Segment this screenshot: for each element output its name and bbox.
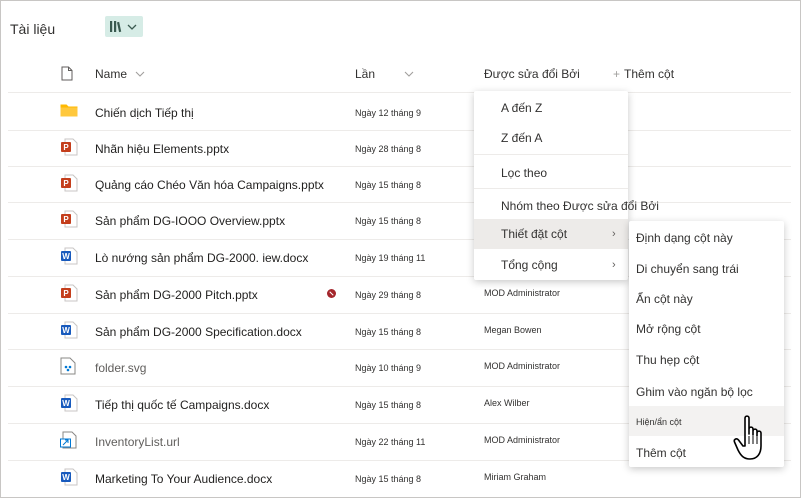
- svg-text:W: W: [62, 399, 70, 408]
- modified-by: Megan Bowen: [484, 325, 542, 335]
- svg-text:P: P: [63, 179, 69, 188]
- column-header-date[interactable]: Lần: [355, 67, 414, 81]
- submenu-item-label: Thêm cột: [636, 446, 687, 460]
- modified-date: Ngày 29 tháng 8: [355, 290, 422, 300]
- add-column-label: Thêm cột: [624, 67, 675, 81]
- chevron-right-icon: ›: [612, 228, 616, 240]
- pptx-file-icon: P: [60, 174, 78, 197]
- menu-item-label: A đến Z: [501, 101, 543, 115]
- modified-date: Ngày 15 tháng 8: [355, 180, 422, 190]
- svg-text:P: P: [63, 143, 69, 152]
- submenu-item-widen-column[interactable]: Mở rộng cột: [629, 313, 784, 343]
- file-name-link[interactable]: Chiến dịch Tiếp thị: [95, 106, 194, 120]
- submenu-item-label: Mở rộng cột: [636, 322, 701, 336]
- table-row[interactable]: P Quảng cáo Chéo Văn hóa Campaigns.pptx Ng…: [0, 167, 790, 203]
- folder-file-icon: [60, 103, 78, 122]
- modified-date: Ngày 15 tháng 8: [355, 474, 422, 484]
- modified-by: Alex Wilber: [484, 398, 530, 408]
- modified-date: Ngày 22 tháng 11: [355, 437, 426, 447]
- docx-file-icon: W: [60, 321, 78, 344]
- submenu-item-label: Ghim vào ngăn bộ lọc: [636, 385, 753, 399]
- column-header-date-label: Lần: [355, 67, 376, 81]
- submenu-item-hide-column[interactable]: Ẩn cột này: [629, 283, 784, 313]
- table-row[interactable]: Chiến dịch Tiếp thị Ngày 12 tháng 9: [0, 95, 790, 131]
- pptx-file-icon: P: [60, 284, 78, 307]
- submenu-item-label: Ẩn cột này: [636, 292, 693, 306]
- menu-item-sort-z-a[interactable]: Z đến A: [474, 123, 628, 153]
- file-name-link[interactable]: Quảng cáo Chéo Văn hóa Campaigns.pptx: [95, 178, 324, 192]
- column-context-menu: A đến Z Z đến A Lọc theo Nhóm theo Được …: [474, 91, 659, 280]
- modified-by: MOD Administrator: [484, 361, 561, 371]
- svg-text:W: W: [62, 326, 70, 335]
- submenu-item-label: Di chuyển sang trái: [636, 262, 739, 276]
- chevron-right-icon: ›: [612, 259, 616, 271]
- header-divider: [8, 92, 791, 93]
- table-row[interactable]: P Nhãn hiệu Elements.pptx Ngày 28 tháng 8: [0, 131, 790, 167]
- modified-date: Ngày 12 tháng 9: [355, 108, 422, 118]
- submenu-item-format-column[interactable]: Định dạng cột này: [629, 222, 784, 252]
- menu-item-sort-a-z[interactable]: A đến Z: [474, 93, 628, 123]
- url-file-icon: [60, 431, 78, 454]
- modified-date: Ngày 15 tháng 8: [355, 400, 422, 410]
- file-name-link[interactable]: Lò nướng sản phẩm DG-2000. iew.docx: [95, 251, 308, 265]
- menu-item-filter-by[interactable]: Lọc theo: [474, 158, 628, 188]
- menu-item-group-by[interactable]: Nhóm theo Được sửa đổi Bởi: [474, 191, 659, 221]
- library-view-button[interactable]: [105, 16, 143, 37]
- column-header-name-label: Name: [95, 67, 128, 81]
- modified-by: Miriam Graham: [484, 472, 547, 482]
- menu-item-column-settings[interactable]: Thiết đặt cột ›: [474, 219, 628, 249]
- docx-file-icon: W: [60, 468, 78, 491]
- file-type-header-icon[interactable]: [61, 66, 73, 86]
- submenu-item-narrow-column[interactable]: Thu hẹp cột: [629, 344, 784, 374]
- modified-date: Ngày 19 tháng 11: [355, 253, 426, 263]
- modified-date: Ngày 15 tháng 8: [355, 216, 422, 226]
- menu-item-label: Thiết đặt cột: [501, 227, 568, 241]
- pptx-file-icon: P: [60, 138, 78, 161]
- submenu-item-label: Định dạng cột này: [636, 231, 733, 245]
- menu-divider: [474, 154, 628, 155]
- submenu-item-pin-to-filter-pane[interactable]: Ghim vào ngăn bộ lọc: [629, 376, 784, 406]
- column-header-modified-by-label: Được sửa đổi Bởi: [484, 67, 580, 81]
- menu-item-totals[interactable]: Tổng cộng ›: [474, 250, 628, 280]
- file-name-link[interactable]: Sản phẩm DG-2000 Specification.docx: [95, 325, 302, 339]
- docx-file-icon: W: [60, 394, 78, 417]
- modified-date: Ngày 28 tháng 8: [355, 144, 422, 154]
- library-title: Tài liệu: [10, 21, 56, 37]
- submenu-item-label: Thu hẹp cột: [636, 353, 700, 367]
- svg-file-icon: [60, 357, 76, 380]
- menu-item-label: Nhóm theo Được sửa đổi Bởi: [501, 199, 659, 213]
- modified-by: MOD Administrator: [484, 435, 561, 445]
- column-header-name[interactable]: Name: [95, 67, 145, 81]
- chevron-down-icon: [404, 71, 414, 78]
- file-name-link[interactable]: InventoryList.url: [95, 435, 180, 449]
- plus-icon: +: [613, 67, 621, 81]
- submenu-item-move-left[interactable]: Di chuyển sang trái: [629, 253, 784, 283]
- docx-file-icon: W: [60, 247, 78, 270]
- file-name-link[interactable]: Marketing To Your Audience.docx: [95, 472, 272, 486]
- column-header-modified-by[interactable]: Được sửa đổi Bởi: [484, 67, 580, 81]
- svg-text:W: W: [62, 473, 70, 482]
- file-name-link[interactable]: Tiếp thị quốc tế Campaigns.docx: [95, 398, 269, 412]
- modified-date: Ngày 10 tháng 9: [355, 363, 422, 373]
- svg-text:P: P: [63, 215, 69, 224]
- chevron-down-icon: [135, 71, 145, 78]
- add-column-header[interactable]: + Thêm cột: [613, 67, 674, 81]
- menu-item-label: Lọc theo: [501, 166, 548, 180]
- menu-divider: [474, 188, 628, 189]
- pptx-file-icon: P: [60, 210, 78, 233]
- svg-text:W: W: [62, 252, 70, 261]
- menu-item-label: Tổng cộng: [501, 258, 558, 272]
- library-view-icon: [110, 21, 137, 33]
- menu-item-label: Z đến A: [501, 131, 543, 145]
- file-name-link[interactable]: Sản phẩm DG-IOOO Overview.pptx: [95, 214, 285, 228]
- hand-pointer-cursor-icon: [733, 415, 762, 460]
- modified-date: Ngày 15 tháng 8: [355, 327, 422, 337]
- modified-by: MOD Administrator: [484, 288, 561, 298]
- file-name-link[interactable]: folder.svg: [95, 361, 146, 375]
- file-name-link[interactable]: Sản phẩm DG-2000 Pitch.pptx: [95, 288, 258, 302]
- file-name-link[interactable]: Nhãn hiệu Elements.pptx: [95, 142, 229, 156]
- svg-text:P: P: [63, 289, 69, 298]
- status-badge: [327, 289, 336, 298]
- submenu-item-label: Hiện/ẩn cột: [636, 417, 682, 427]
